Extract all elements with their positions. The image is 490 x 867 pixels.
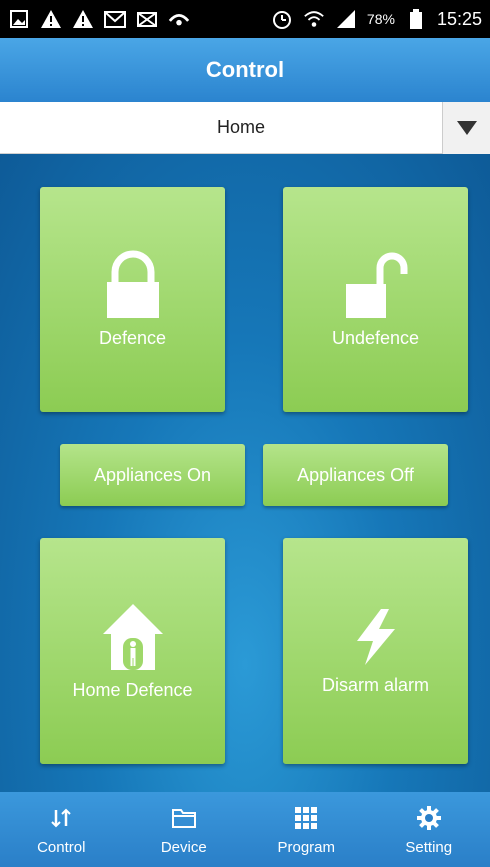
- lock-open-icon: [345, 252, 407, 318]
- appliances-off-button[interactable]: Appliances Off: [263, 444, 448, 506]
- tab-program-label: Program: [277, 839, 336, 856]
- tab-control-label: Control: [37, 839, 86, 856]
- undefence-button[interactable]: Undefence: [283, 187, 468, 412]
- home-defence-button[interactable]: Home Defence: [40, 538, 225, 764]
- home-defence-label: Home Defence: [72, 679, 193, 700]
- voicemail-icon: [168, 8, 190, 30]
- tab-control[interactable]: Control: [0, 792, 123, 867]
- battery-icon: [405, 8, 427, 30]
- lightning-icon: [356, 608, 395, 665]
- header: Control: [0, 38, 490, 102]
- undefence-label: Undefence: [331, 328, 420, 348]
- appliances-on-button[interactable]: Appliances On: [60, 444, 245, 506]
- bottom-nav: Control Device Program Setting: [0, 792, 490, 867]
- dropdown-button[interactable]: [442, 101, 490, 154]
- tab-setting-label: Setting: [405, 839, 453, 856]
- mode-selector[interactable]: Home: [0, 101, 490, 154]
- folder-icon: [171, 803, 197, 833]
- wifi-icon: [303, 8, 325, 30]
- tab-device-label: Device: [160, 839, 207, 856]
- battery-percent: 78%: [366, 11, 395, 27]
- control-panel: Defence Undefence Appliances On Applianc…: [0, 154, 490, 792]
- disarm-alarm-button[interactable]: Disarm alarm: [283, 538, 468, 764]
- gmail-icon: [104, 8, 126, 30]
- appliances-off-label: Appliances Off: [297, 464, 414, 485]
- image-icon: [8, 8, 30, 30]
- status-bar: 78% 15:25: [0, 0, 490, 38]
- gear-icon: [416, 803, 442, 833]
- page-title: Control: [205, 57, 285, 82]
- home-icon: [102, 603, 163, 670]
- disarm-alarm-label: Disarm alarm: [321, 674, 429, 695]
- warning-icon: [72, 8, 94, 30]
- arrows-icon: [49, 803, 73, 833]
- tab-program[interactable]: Program: [245, 792, 368, 867]
- clock: 15:25: [436, 8, 482, 29]
- selector-value[interactable]: Home: [0, 117, 442, 138]
- warning-icon: [40, 8, 62, 30]
- appliances-on-label: Appliances On: [93, 464, 212, 485]
- defence-button[interactable]: Defence: [40, 187, 225, 412]
- defence-label: Defence: [98, 328, 167, 348]
- triangle-down-icon: [456, 120, 477, 135]
- signal-icon: [335, 8, 357, 30]
- tab-setting[interactable]: Setting: [368, 792, 490, 867]
- lock-closed-icon: [106, 250, 159, 318]
- grid-icon: [294, 803, 318, 833]
- mail-icon: [136, 8, 158, 30]
- tab-device[interactable]: Device: [123, 792, 246, 867]
- alarm-icon: [271, 8, 293, 30]
